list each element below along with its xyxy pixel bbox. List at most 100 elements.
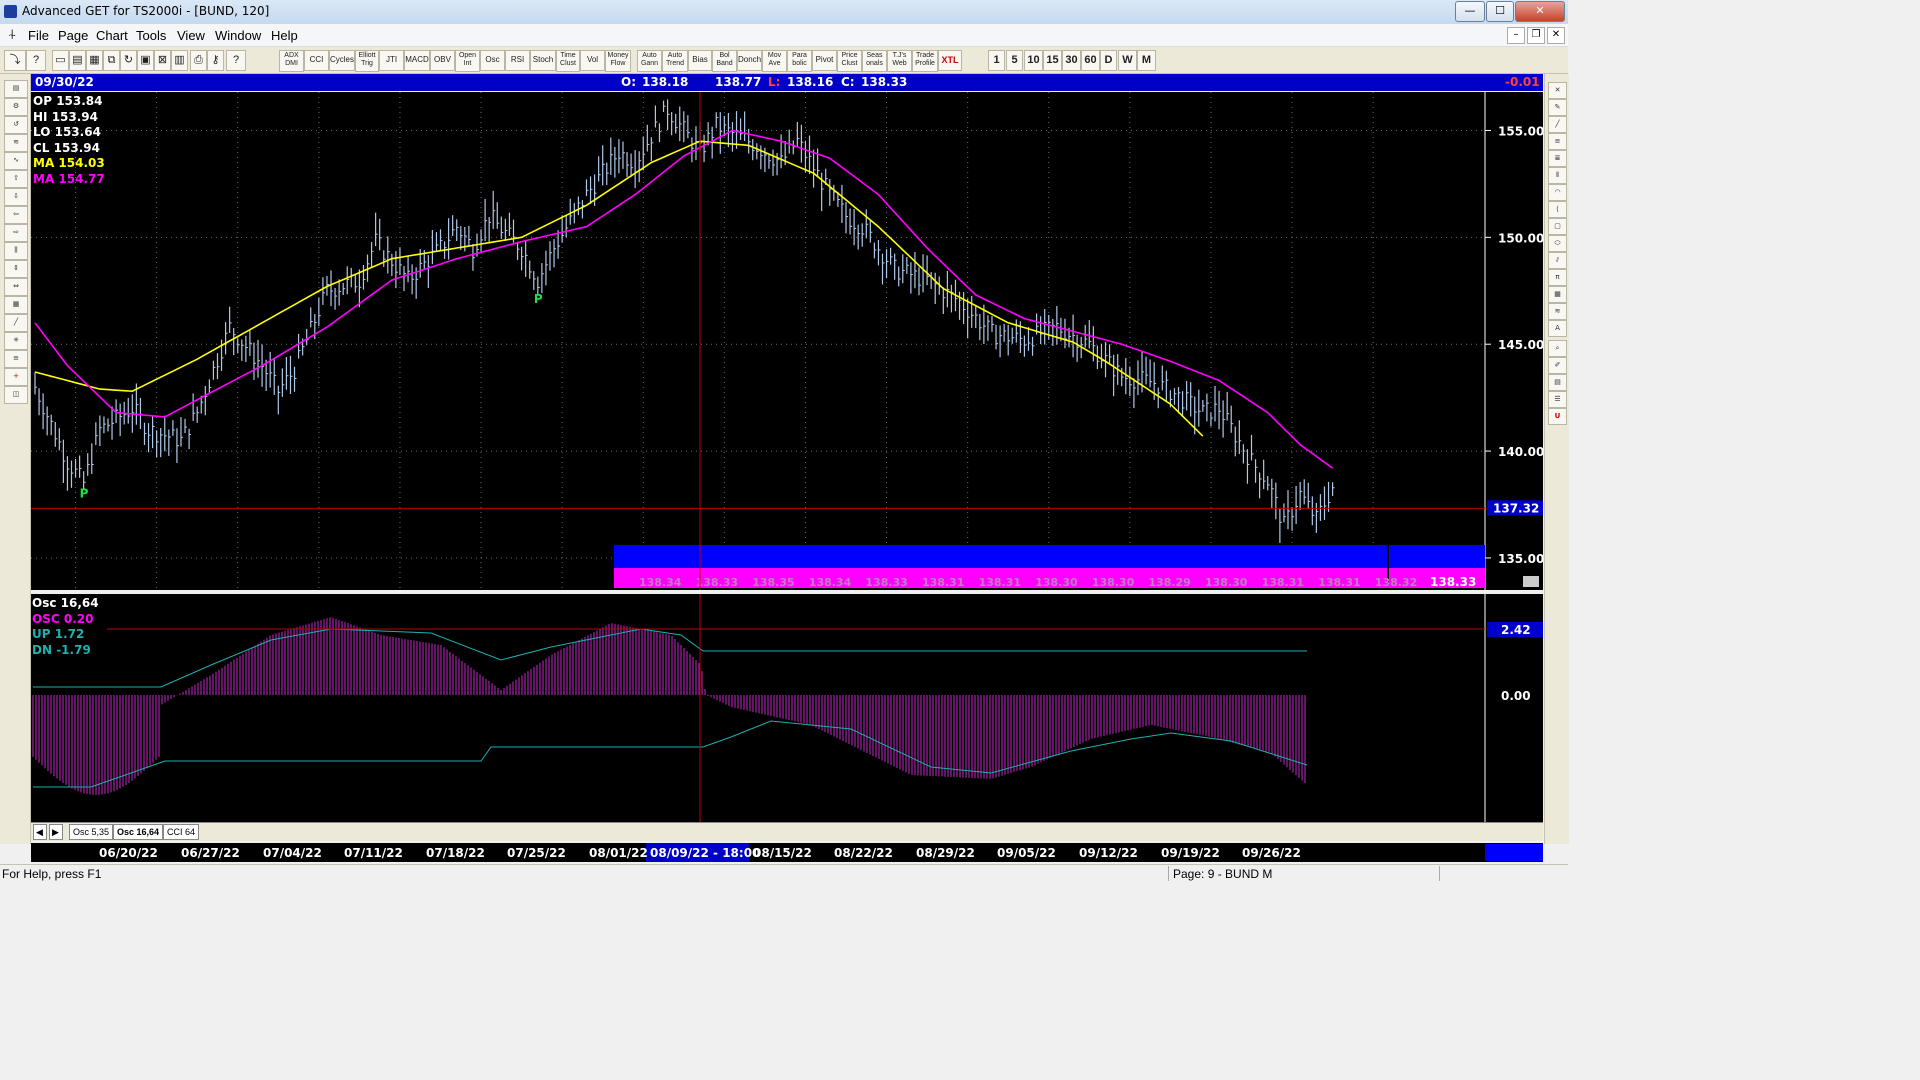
save-icon[interactable]: ▦ — [86, 50, 103, 71]
pencil-icon[interactable]: ✎ — [1548, 99, 1567, 116]
zoom-icon[interactable]: ⊠ — [154, 50, 171, 71]
minimize-button[interactable]: — — [1455, 1, 1485, 22]
study-obv-button[interactable]: OBV — [430, 50, 455, 71]
elliott-icon[interactable]: ∿ — [4, 152, 28, 170]
copy-icon[interactable]: ⧉ — [103, 50, 120, 71]
menu-view[interactable]: View — [177, 28, 205, 43]
expand-icon[interactable]: ⇔ — [4, 278, 28, 296]
layout-icon[interactable]: ▥ — [171, 50, 188, 71]
mob-icon[interactable]: ≋ — [1548, 303, 1567, 320]
key-icon[interactable]: ⚷ — [207, 50, 224, 71]
fib-time-icon[interactable]: ⫴ — [1548, 167, 1567, 184]
period-10-button[interactable]: 10 — [1024, 50, 1043, 71]
study-bias-button[interactable]: Bias — [688, 50, 712, 71]
close-button[interactable]: ✕ — [1515, 1, 1565, 22]
pti-icon[interactable]: π — [1548, 269, 1567, 286]
mdi-close-button[interactable]: ✕ — [1547, 27, 1565, 44]
period-30-button[interactable]: 30 — [1062, 50, 1081, 71]
study-bol-band-button[interactable]: Bol Band — [712, 50, 737, 72]
grid-tool-icon[interactable]: ▦ — [1548, 286, 1567, 303]
menu-help[interactable]: Help — [271, 28, 298, 43]
study-trade-profile-button[interactable]: Trade Profile — [912, 50, 938, 72]
magnify-icon[interactable]: ⌕ — [1548, 340, 1567, 357]
study-stoch-button[interactable]: Stoch — [530, 50, 556, 71]
period-1-button[interactable]: 1 — [988, 50, 1005, 71]
study-time-clust-button[interactable]: Time Clust — [556, 50, 580, 72]
context-help-icon[interactable]: ? — [226, 50, 246, 71]
oscillator-chart[interactable]: 2.42 0.00 Osc 16,64 OSC 0.20 UP 1.72 DN … — [31, 594, 1543, 822]
arrow-right-icon[interactable]: ⇨ — [4, 224, 28, 242]
period-5-button[interactable]: 5 — [1006, 50, 1023, 71]
marker-icon[interactable]: ✐ — [1548, 357, 1567, 374]
grid-icon[interactable]: ▣ — [137, 50, 154, 71]
arc-icon[interactable]: ◠ — [1548, 184, 1567, 201]
study-seas-onals-button[interactable]: Seas onals — [862, 50, 887, 72]
period-weekly-button[interactable]: W — [1118, 50, 1137, 71]
study-jti-button[interactable]: JTI — [379, 50, 404, 71]
fib-extension-icon[interactable]: ≣ — [1548, 150, 1567, 167]
period-15-button[interactable]: 15 — [1043, 50, 1062, 71]
study-cci-button[interactable]: CCI — [304, 50, 329, 71]
open-chart-icon[interactable]: ▤ — [4, 80, 28, 98]
mdi-restore-button[interactable]: ❐ — [1527, 27, 1545, 44]
study-vol-button[interactable]: Vol — [580, 50, 605, 71]
mdi-minimize-button[interactable]: – — [1507, 27, 1525, 44]
study-donch-button[interactable]: Donch — [737, 50, 762, 71]
menu-window[interactable]: Window — [215, 28, 261, 43]
arrow-left-icon[interactable]: ⇦ — [4, 206, 28, 224]
box-icon[interactable]: ▢ — [1548, 218, 1567, 235]
study-auto-gann-button[interactable]: Auto Gann — [637, 50, 662, 72]
help-cursor-icon[interactable]: ? — [26, 50, 46, 71]
study-xtl-button[interactable]: XTL — [938, 50, 962, 71]
new-icon[interactable]: ▭ — [52, 50, 69, 71]
line-tool-icon[interactable]: ╱ — [1548, 116, 1567, 133]
grid-view-icon[interactable]: ▦ — [4, 296, 28, 314]
study-price-clust-button[interactable]: Price Clust — [837, 50, 862, 72]
settings-icon[interactable]: ⚙ — [4, 98, 28, 116]
study-money-flow-button[interactable]: Money Flow — [605, 50, 631, 72]
arrow-down-icon[interactable]: ⇩ — [4, 188, 28, 206]
tab-scroll-left-icon[interactable]: ◀ — [33, 824, 47, 840]
tab-cci-64[interactable]: CCI 64 — [163, 824, 200, 840]
study-elliott-trig-button[interactable]: Elliott Trig — [355, 50, 379, 72]
magnet-icon[interactable]: U — [1548, 408, 1567, 425]
fan-icon[interactable]: ⟨ — [1548, 201, 1567, 218]
pointer-icon[interactable]: ⤵ — [4, 50, 26, 71]
snapshot-icon[interactable]: ◫ — [4, 386, 28, 404]
text-tool-icon[interactable]: A — [1548, 320, 1567, 337]
compress-icon[interactable]: ⇕ — [4, 260, 28, 278]
menu-tools[interactable]: Tools — [136, 28, 166, 43]
open-icon[interactable]: ▤ — [69, 50, 86, 71]
study-osc-button[interactable]: Osc — [480, 50, 505, 71]
calc-icon[interactable]: ▤ — [1548, 374, 1567, 391]
reset-icon[interactable]: ↺ — [4, 116, 28, 134]
price-chart[interactable]: 138.34 138.33 138.35 138.34 138.33 138.31 138.… — [31, 92, 1543, 590]
study-pivot-button[interactable]: Pivot — [812, 50, 837, 71]
tab-osc-16-64[interactable]: Osc 16,64 — [113, 824, 164, 840]
period-daily-button[interactable]: D — [1100, 50, 1117, 71]
menu-page[interactable]: Page — [58, 28, 88, 43]
lines-icon[interactable]: ╱ — [4, 314, 28, 332]
maximize-button[interactable]: ☐ — [1486, 1, 1514, 22]
period-monthly-button[interactable]: M — [1137, 50, 1156, 71]
study-para-bolic-button[interactable]: Para bolic — [787, 50, 812, 72]
study-auto-trend-button[interactable]: Auto Trend — [662, 50, 688, 72]
fib-retrace-icon[interactable]: ≡ — [1548, 133, 1567, 150]
study-mov-ave-button[interactable]: Mov Ave — [762, 50, 787, 72]
study-rsi-button[interactable]: RSI — [505, 50, 530, 71]
channel-icon[interactable]: ⫽ — [1548, 252, 1567, 269]
fib-icon[interactable]: ≡ — [4, 350, 28, 368]
refresh-icon[interactable]: ↻ — [120, 50, 137, 71]
ellipse-icon[interactable]: ⬭ — [1548, 235, 1567, 252]
list-icon[interactable]: ☰ — [1548, 391, 1567, 408]
study-macd-button[interactable]: MACD — [404, 50, 430, 71]
menu-file[interactable]: File — [28, 28, 49, 43]
cross-tool-icon[interactable]: ✕ — [1548, 82, 1567, 99]
gann-icon[interactable]: ✳ — [4, 332, 28, 350]
study-t-j-s-web-button[interactable]: T.J's Web — [887, 50, 912, 72]
tab-osc-5-35[interactable]: Osc 5,35 — [69, 824, 114, 840]
study-adx-dmi-button[interactable]: ADX DMI — [279, 50, 304, 72]
crosshair-icon[interactable]: + — [4, 368, 28, 386]
study-icon[interactable]: ≋ — [4, 134, 28, 152]
period-60-button[interactable]: 60 — [1081, 50, 1100, 71]
